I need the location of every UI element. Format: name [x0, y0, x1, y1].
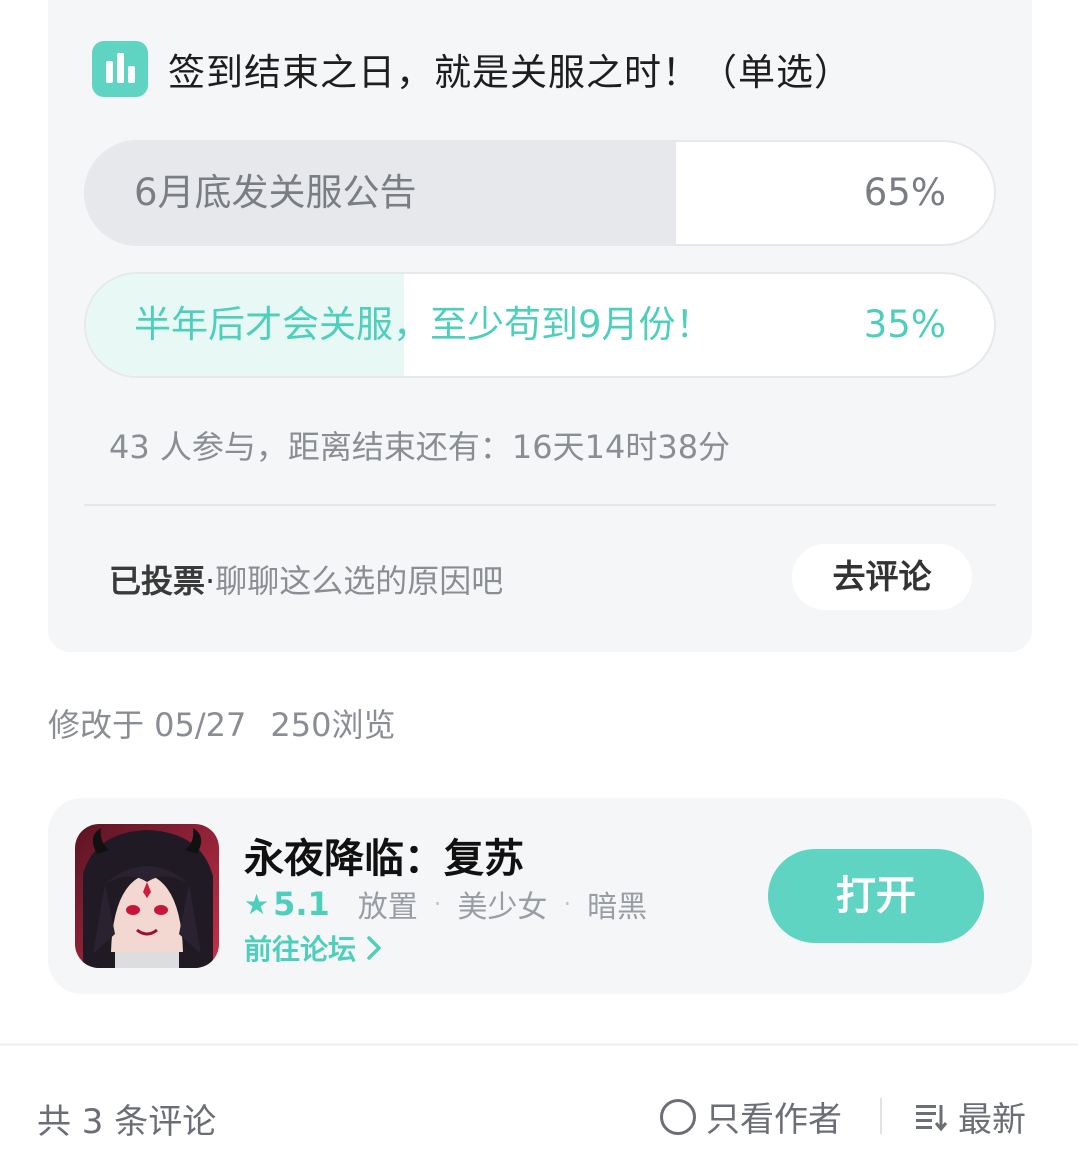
- game-info: ★ 5.1 放置 · 美少女 · 暗黑: [244, 884, 648, 925]
- poll-header: 签到结束之日，就是关服之时！（单选）: [92, 40, 852, 98]
- post-modified-date: 修改于 05/27: [48, 706, 247, 744]
- voted-hint: 聊聊这么选的原因吧: [215, 562, 504, 600]
- star-icon: ★: [244, 887, 270, 921]
- voted-status: 已投票·聊聊这么选的原因吧: [109, 556, 503, 602]
- voted-dot: ·: [205, 562, 216, 600]
- open-game-button[interactable]: 打开: [768, 849, 984, 943]
- game-rating: 5.1: [273, 885, 330, 923]
- section-divider: [0, 1043, 1078, 1046]
- poll-option-1-percent: 65%: [863, 171, 946, 214]
- poll-option-1[interactable]: 6月底发关服公告 65%: [84, 140, 996, 246]
- game-name[interactable]: 永夜降临：复苏: [244, 826, 524, 884]
- game-thumbnail[interactable]: [75, 824, 219, 968]
- poll-divider: [84, 504, 996, 506]
- poll-chart-icon: [92, 41, 148, 97]
- post-meta: 修改于 05/27 250浏览: [48, 700, 396, 746]
- poll-title: 签到结束之日，就是关服之时！（单选）: [168, 51, 852, 94]
- author-only-label: 只看作者: [706, 1100, 842, 1140]
- poll-participation-info: 43 人参与，距离结束还有：16天14时38分: [109, 428, 731, 466]
- game-tag: 暗黑: [587, 890, 648, 925]
- sort-label: 最新: [958, 1100, 1026, 1140]
- chevron-right-icon: [367, 936, 381, 960]
- poll-option-2-percent: 35%: [863, 303, 946, 346]
- go-to-forum-link[interactable]: 前往论坛: [244, 928, 382, 968]
- author-only-toggle[interactable]: 只看作者: [660, 1092, 842, 1141]
- toolbar-divider: [880, 1098, 882, 1134]
- post-view-count: 250浏览: [270, 706, 396, 744]
- sort-toggle[interactable]: 最新: [914, 1092, 1026, 1141]
- tag-separator: ·: [433, 890, 442, 918]
- game-tag: 放置: [357, 890, 418, 925]
- voted-label: 已投票: [109, 562, 206, 600]
- sort-icon: [916, 1104, 948, 1131]
- poll-option-2[interactable]: 半年后才会关服，至少苟到9月份！ 35%: [84, 272, 996, 378]
- forum-link-label: 前往论坛: [244, 933, 357, 966]
- poll-option-2-label: 半年后才会关服，至少苟到9月份！: [134, 303, 713, 346]
- radio-circle-icon: [660, 1098, 696, 1135]
- comment-count: 共 3 条评论: [37, 1102, 217, 1142]
- tag-separator: ·: [563, 890, 572, 918]
- go-comment-button[interactable]: 去评论: [792, 544, 972, 610]
- poll-option-1-label: 6月底发关服公告: [134, 171, 417, 214]
- game-tag: 美少女: [457, 890, 548, 925]
